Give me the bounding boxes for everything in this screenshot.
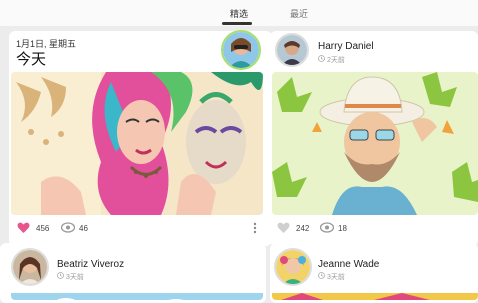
eye-icon [61,222,75,233]
post-time: 2天前 [327,57,345,64]
clock-icon [318,272,325,279]
artwork-venetian-mask-illustration [11,72,263,215]
author-avatar[interactable] [274,248,312,286]
eye-icon [320,222,334,233]
view-count: 46 [79,224,88,233]
artwork-image[interactable] [272,72,478,215]
author-avatar[interactable] [275,33,309,67]
artwork-image-preview[interactable] [272,290,478,300]
post-time: 3天前 [327,274,345,281]
artwork-image-preview[interactable] [11,290,263,300]
heart-icon[interactable] [17,222,30,234]
top-tab-bar: 精选 最近 [0,0,478,26]
author-name[interactable]: Harry Daniel [318,41,374,52]
author-name[interactable]: Beatriz Viveroz [57,259,124,270]
author-avatar-image [13,250,47,284]
artwork-preview-strip [11,293,263,300]
feed-title: 今天 [16,51,47,68]
view-count: 18 [338,224,347,233]
author-avatar-image [277,35,307,65]
post-time: 3天前 [66,274,84,281]
author-name[interactable]: Jeanne Wade [318,259,379,270]
active-tab-indicator [222,22,252,25]
author-avatar-image [223,32,259,68]
tab-featured[interactable]: 精选 [230,7,248,20]
author-avatar[interactable] [11,248,49,286]
author-avatar-image [276,250,310,284]
heart-icon[interactable] [277,222,290,234]
like-count: 456 [36,224,50,233]
like-count: 242 [296,224,310,233]
clock-icon [57,272,64,279]
artwork-bearded-man-illustration [272,72,478,215]
artwork-image[interactable] [11,72,263,215]
tab-recent[interactable]: 最近 [290,7,308,20]
clock-icon [318,55,325,62]
author-avatar[interactable] [221,30,261,70]
artwork-preview-strip [272,293,478,300]
more-options-icon[interactable] [253,222,257,234]
